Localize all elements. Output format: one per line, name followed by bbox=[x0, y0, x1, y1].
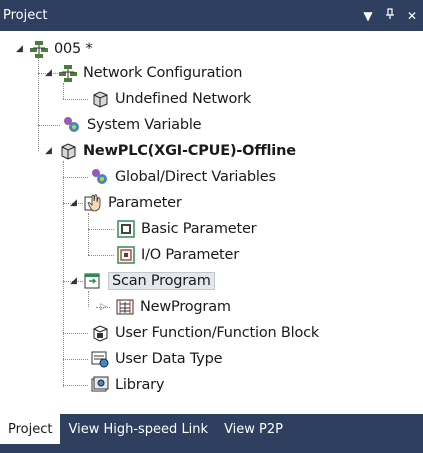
tree-node-root[interactable]: ◢ 005 * bbox=[16, 37, 93, 61]
tree-node-parameter[interactable]: ◢ Parameter bbox=[70, 191, 182, 215]
tab-view-p2p[interactable]: View P2P bbox=[216, 414, 291, 444]
pin-icon[interactable] bbox=[379, 8, 401, 23]
tree-node-library[interactable]: Library bbox=[90, 373, 165, 397]
panel-title: Project bbox=[3, 8, 48, 23]
variables-icon bbox=[62, 115, 82, 135]
project-icon bbox=[29, 39, 49, 59]
tree-node-user-function-label: User Function/Function Block bbox=[115, 325, 320, 341]
variables-icon bbox=[90, 167, 110, 187]
tree-node-plc-label: NewPLC(XGI-CPUE)-Offline bbox=[83, 143, 296, 159]
tree-node-user-function[interactable]: User Function/Function Block bbox=[90, 321, 319, 345]
expand-icon[interactable]: ▷ bbox=[100, 302, 110, 312]
tree-node-basic-parameter-label: Basic Parameter bbox=[141, 221, 257, 237]
panel-titlebar: Project ▼ ✕ bbox=[0, 0, 423, 31]
parameter-hand-icon bbox=[83, 193, 103, 213]
data-type-icon bbox=[90, 349, 110, 369]
tree-node-scan-program-label: Scan Program bbox=[108, 272, 215, 290]
tree-node-undefined-network[interactable]: Undefined Network bbox=[90, 87, 251, 111]
tree-node-root-label: 005 * bbox=[54, 41, 93, 57]
tree-node-new-program[interactable]: ▷ NewProgram bbox=[100, 295, 231, 319]
tree-node-network-configuration-label: Network Configuration bbox=[83, 65, 243, 81]
close-icon[interactable]: ✕ bbox=[401, 9, 423, 23]
tree-node-system-variable-label: System Variable bbox=[87, 117, 202, 133]
collapse-icon[interactable]: ◢ bbox=[45, 68, 55, 78]
io-parameter-icon bbox=[116, 245, 136, 265]
tree-node-undefined-network-label: Undefined Network bbox=[115, 91, 252, 107]
tab-view-high-speed-link[interactable]: View High-speed Link bbox=[60, 414, 216, 444]
network-icon bbox=[58, 63, 78, 83]
tree-node-basic-parameter[interactable]: Basic Parameter bbox=[116, 217, 257, 241]
tree-node-io-parameter[interactable]: I/O Parameter bbox=[116, 243, 239, 267]
scan-program-icon bbox=[83, 271, 103, 291]
collapse-icon[interactable]: ◢ bbox=[45, 146, 55, 156]
tree-node-network-configuration[interactable]: ◢ Network Configuration bbox=[45, 61, 242, 85]
collapse-icon[interactable]: ◢ bbox=[70, 198, 80, 208]
project-tree: ◢ 005 * ◢ Network Configuration Undefine… bbox=[0, 31, 423, 414]
tree-node-scan-program[interactable]: ◢ Scan Program bbox=[70, 269, 215, 293]
tree-node-system-variable[interactable]: System Variable bbox=[62, 113, 202, 137]
tree-node-global-variables-label: Global/Direct Variables bbox=[115, 169, 276, 185]
function-block-icon bbox=[90, 323, 110, 343]
plc-icon bbox=[58, 141, 78, 161]
ladder-program-icon bbox=[115, 297, 135, 317]
tree-node-library-label: Library bbox=[115, 377, 165, 393]
tree-node-parameter-label: Parameter bbox=[108, 195, 182, 211]
tree-node-new-program-label: NewProgram bbox=[140, 299, 231, 315]
tree-node-plc[interactable]: ◢ NewPLC(XGI-CPUE)-Offline bbox=[45, 139, 296, 163]
tree-node-user-data-type-label: User Data Type bbox=[115, 351, 223, 367]
tree-node-user-data-type[interactable]: User Data Type bbox=[90, 347, 223, 371]
library-icon bbox=[90, 375, 110, 395]
tree-node-io-parameter-label: I/O Parameter bbox=[141, 247, 240, 263]
collapse-icon[interactable]: ◢ bbox=[16, 44, 26, 54]
panel-dropdown-icon[interactable]: ▼ bbox=[357, 9, 379, 23]
cube-icon bbox=[90, 89, 110, 109]
tab-project[interactable]: Project bbox=[0, 414, 61, 444]
collapse-icon[interactable]: ◢ bbox=[70, 276, 80, 286]
parameter-icon bbox=[116, 219, 136, 239]
bottom-tab-bar: Project View High-speed Link View P2P bbox=[0, 414, 423, 453]
tree-node-global-variables[interactable]: Global/Direct Variables bbox=[90, 165, 276, 189]
